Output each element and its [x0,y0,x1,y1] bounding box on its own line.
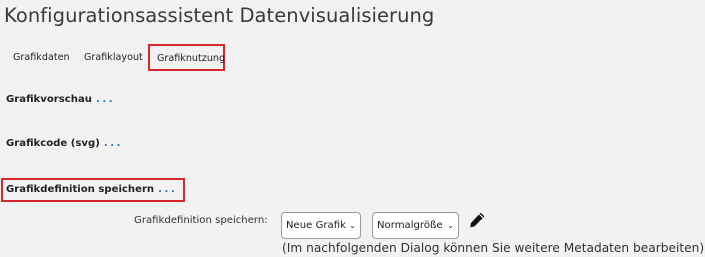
size-select-value: Normalgröße [377,220,443,231]
save-definition-label: Grafikdefinition speichern: [134,215,268,226]
tab-grafiknutzung[interactable]: Grafiknutzung [148,44,225,71]
page-title: Konfigurationsassistent Datenvisualisier… [4,4,435,27]
graphic-select-value: Neue Grafik [286,220,346,231]
configurator-panel: Konfigurationsassistent Datenvisualisier… [0,0,705,257]
expand-dots-icon: ... [158,184,178,195]
expand-dots-icon: ... [95,94,116,105]
section-grafikvorschau-toggle[interactable]: Grafikvorschau... [6,94,115,105]
size-select[interactable]: Normalgröße ⌄ [372,212,459,239]
graphic-select[interactable]: Neue Grafik ⌄ [281,212,361,239]
metadata-hint: (Im nachfolgenden Dialog können Sie weit… [282,241,705,255]
section-label: Grafikcode (svg) [6,138,100,149]
tab-grafikdaten[interactable]: Grafikdaten [13,44,70,72]
pencil-icon[interactable] [468,211,486,229]
section-grafikcode-toggle[interactable]: Grafikcode (svg)... [6,138,123,149]
expand-dots-icon: ... [103,138,124,149]
section-label: Grafikvorschau [6,94,92,105]
section-label: Grafikdefinition speichern [6,184,155,195]
chevron-down-icon: ⌄ [447,221,454,230]
section-grafikdefinition-speichern-toggle[interactable]: Grafikdefinition speichern... [1,178,185,202]
chevron-down-icon: ⌄ [349,221,356,230]
tab-grafiklayout[interactable]: Grafiklayout [84,44,143,72]
